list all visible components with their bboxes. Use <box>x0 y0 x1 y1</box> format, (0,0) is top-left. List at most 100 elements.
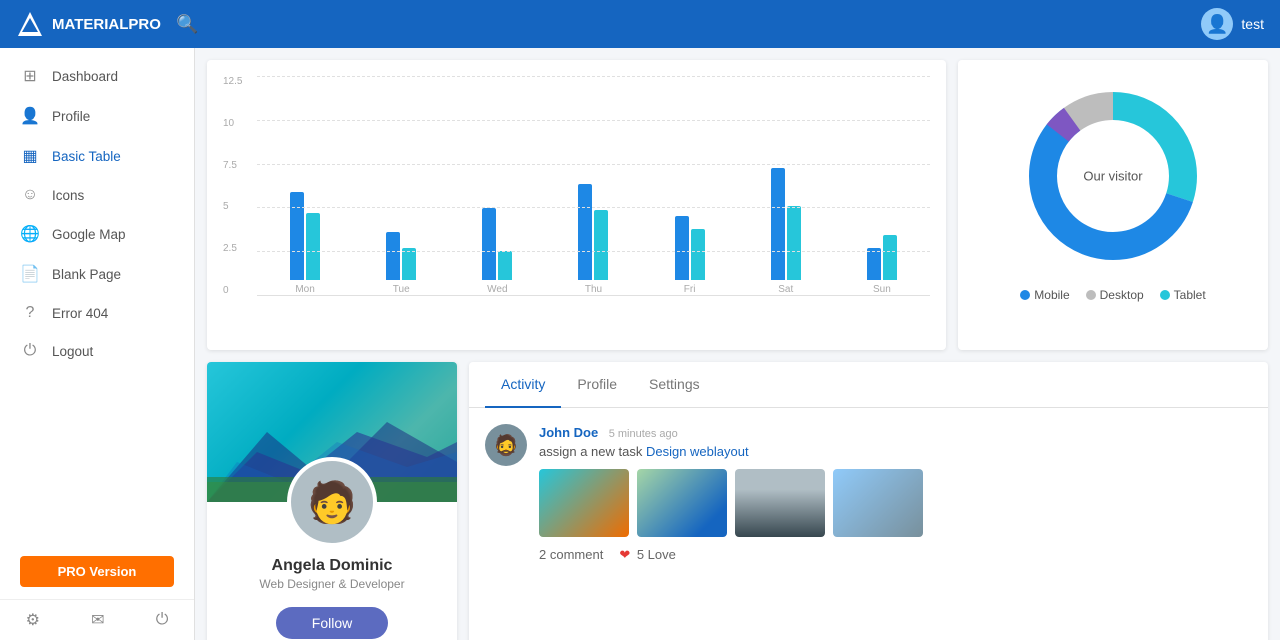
bar-label-thu: Thu <box>585 284 602 295</box>
bar-sat-teal <box>787 206 801 280</box>
activity-love: ❤ 5 Love <box>619 547 676 563</box>
activity-link[interactable]: Design weblayout <box>646 444 749 459</box>
tab-activity[interactable]: Activity <box>485 362 561 408</box>
sidebar-item-google-map[interactable]: 🌐 Google Map <box>0 214 194 254</box>
legend-label-desktop: Desktop <box>1100 288 1144 302</box>
sidebar-label-dashboard: Dashboard <box>52 69 118 84</box>
sidebar-label-blank-page: Blank Page <box>52 267 121 282</box>
tab-content-activity: 🧔 John Doe 5 minutes ago assign a new ta… <box>469 408 1268 640</box>
brand-name: MATERIALPRO <box>52 16 161 33</box>
sidebar-label-profile: Profile <box>52 109 90 124</box>
sidebar-label-google-map: Google Map <box>52 227 126 242</box>
bar-group-sun: Sun <box>834 80 930 295</box>
legend-tablet: Tablet <box>1160 288 1206 302</box>
map-icon: 🌐 <box>20 224 40 244</box>
donut-chart-card: Our visitor Mobile Desktop Tablet <box>958 60 1268 350</box>
activity-image-2 <box>637 469 727 537</box>
activity-user-line: John Doe 5 minutes ago <box>539 424 1252 442</box>
tab-profile[interactable]: Profile <box>561 362 633 408</box>
bar-group-mon: Mon <box>257 80 353 295</box>
grid-line-0 <box>257 76 930 77</box>
activity-image-1 <box>539 469 629 537</box>
bar-fri-blue <box>675 216 689 280</box>
topnav: MATERIALPRO 🔍 👤 test <box>0 0 1280 48</box>
sidebar-item-icons[interactable]: ☺ Icons <box>0 176 194 214</box>
bar-group-sat: Sat <box>738 80 834 295</box>
y-label-0: 0 <box>223 285 242 296</box>
pro-btn-wrap: PRO Version <box>0 544 194 599</box>
bar-wed-teal <box>498 251 512 280</box>
power-icon[interactable]: ⏻ <box>156 611 169 629</box>
sidebar-label-icons: Icons <box>52 188 84 203</box>
settings-icon[interactable]: ⚙ <box>26 610 40 630</box>
grid-line-2 <box>257 164 930 165</box>
legend-label-tablet: Tablet <box>1174 288 1206 302</box>
sidebar-item-basic-table[interactable]: ▦ Basic Table <box>0 136 194 176</box>
sidebar-item-profile[interactable]: 👤 Profile <box>0 96 194 136</box>
activity-love-count: 5 Love <box>637 547 676 562</box>
page-icon: 📄 <box>20 264 40 284</box>
activity-image-3 <box>735 469 825 537</box>
content: 12.5 10 7.5 5 2.5 0 <box>195 48 1280 640</box>
legend-mobile: Mobile <box>1020 288 1069 302</box>
bar-label-fri: Fri <box>684 284 696 295</box>
sidebar-item-blank-page[interactable]: 📄 Blank Page <box>0 254 194 294</box>
table-icon: ▦ <box>20 146 40 166</box>
pro-version-button[interactable]: PRO Version <box>20 556 174 587</box>
legend-dot-tablet <box>1160 290 1170 300</box>
profile-name: Angela Dominic <box>272 557 393 575</box>
bar-thu-teal <box>594 210 608 280</box>
bar-label-tue: Tue <box>393 284 410 295</box>
grid-line-4 <box>257 251 930 252</box>
profile-avatar: 🧑 <box>287 457 377 547</box>
legend-label-mobile: Mobile <box>1034 288 1069 302</box>
sidebar-label-logout: Logout <box>52 344 93 359</box>
legend-dot-mobile <box>1020 290 1030 300</box>
brand: MATERIALPRO <box>16 10 176 38</box>
logo-icon <box>16 10 44 38</box>
donut-label: Our visitor <box>1083 169 1142 184</box>
bar-mon-blue <box>290 192 304 280</box>
activity-comments: 2 comment <box>539 547 603 563</box>
bar-group-tue: Tue <box>353 80 449 295</box>
bar-label-wed: Wed <box>487 284 507 295</box>
bar-sun-blue <box>867 248 881 280</box>
sidebar-footer: ⚙ ✉ ⏻ <box>0 599 194 640</box>
grid-line-1 <box>257 120 930 121</box>
mail-icon[interactable]: ✉ <box>91 610 104 630</box>
tab-settings[interactable]: Settings <box>633 362 716 408</box>
icons-icon: ☺ <box>20 186 40 204</box>
profile-card: 🧑 Angela Dominic Web Designer & Develope… <box>207 362 457 640</box>
logout-icon: ⏻ <box>20 342 40 360</box>
activity-time: 5 minutes ago <box>609 428 678 440</box>
legend-dot-desktop <box>1086 290 1096 300</box>
sidebar-item-error404[interactable]: ? Error 404 <box>0 294 194 332</box>
bar-chart: 12.5 10 7.5 5 2.5 0 <box>223 76 930 326</box>
search-icon[interactable]: 🔍 <box>176 14 198 35</box>
topnav-search: 🔍 <box>176 14 1201 35</box>
activity-item: 🧔 John Doe 5 minutes ago assign a new ta… <box>485 424 1252 563</box>
bar-label-mon: Mon <box>295 284 314 295</box>
bar-wed-blue <box>482 208 496 280</box>
bar-mon-teal <box>306 213 320 280</box>
love-icon: ❤ <box>619 547 630 562</box>
activity-card: Activity Profile Settings 🧔 John Doe 5 m… <box>469 362 1268 640</box>
bar-sun-teal <box>883 235 897 280</box>
error-icon: ? <box>20 304 40 322</box>
bar-tue-teal <box>402 248 416 280</box>
y-label-125: 12.5 <box>223 76 242 87</box>
bar-label-sun: Sun <box>873 284 891 295</box>
dashboard-icon: ⊞ <box>20 66 40 86</box>
follow-button[interactable]: Follow <box>276 607 388 639</box>
sidebar-item-dashboard[interactable]: ⊞ Dashboard <box>0 56 194 96</box>
bar-group-thu: Thu <box>545 80 641 295</box>
profile-avatar-wrap: 🧑 <box>287 457 377 547</box>
activity-meta: 2 comment ❤ 5 Love <box>539 547 1252 563</box>
sidebar-item-logout[interactable]: ⏻ Logout <box>0 332 194 370</box>
main-layout: ⊞ Dashboard 👤 Profile ▦ Basic Table ☺ Ic… <box>0 48 1280 640</box>
activity-body: John Doe 5 minutes ago assign a new task… <box>539 424 1252 563</box>
bar-group-wed: Wed <box>449 80 545 295</box>
profile-icon: 👤 <box>20 106 40 126</box>
bar-fri-teal <box>691 229 705 280</box>
bar-sat-blue <box>771 168 785 280</box>
